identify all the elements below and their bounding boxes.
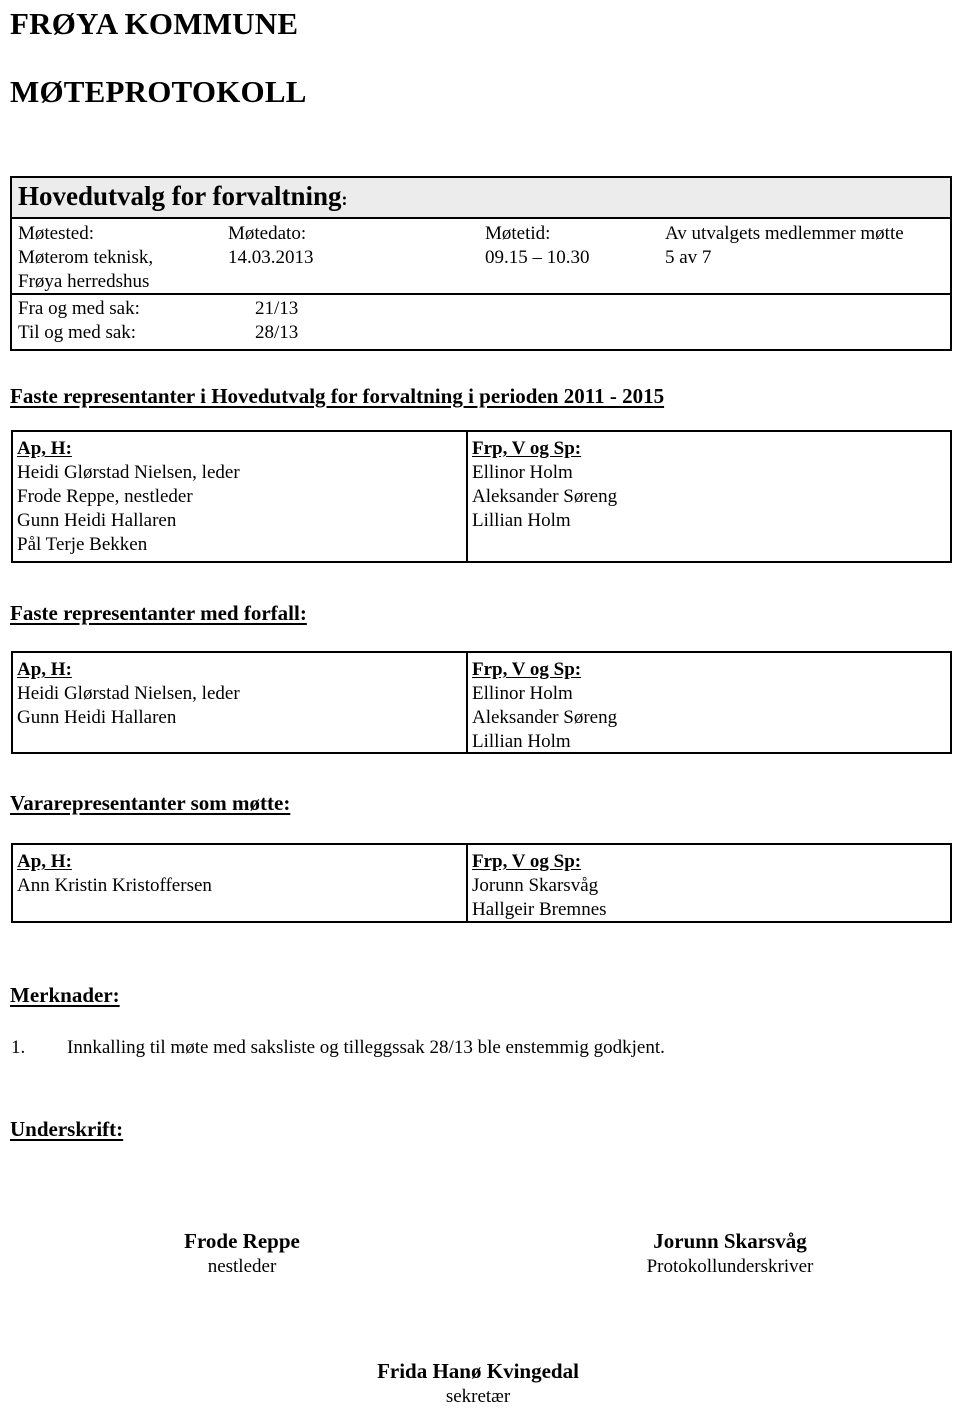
signature-block-nestleder: Frode Reppe nestleder — [92, 1228, 392, 1280]
label-motested: Møtested: — [18, 223, 94, 244]
list-item: Lillian Holm — [472, 510, 571, 531]
signature-role: sekretær — [445, 1386, 511, 1407]
list-item: Lillian Holm — [472, 731, 571, 752]
label-til-og-med-sak: Til og med sak: — [18, 322, 137, 343]
document-page: FRØYA KOMMUNE MØTEPROTOKOLL Hovedutvalg … — [0, 0, 960, 1420]
list-item: Aleksander Søreng — [472, 707, 618, 728]
party-column-frp-v-sp: Frp, V og Sp: Ellinor Holm Aleksander Sø… — [468, 653, 950, 752]
signature-block-sekretar: Frida Hanø Kvingedal sekretær — [328, 1358, 628, 1410]
list-item: Hallgeir Bremnes — [472, 899, 607, 920]
signature-name: Frida Hanø Kvingedal — [377, 1359, 579, 1383]
list-item: Aleksander Søreng — [472, 486, 618, 507]
signature-name: Jorunn Skarsvåg — [653, 1229, 807, 1253]
case-range-row: Fra og med sak: 21/13 Til og med sak: 28… — [12, 295, 950, 349]
signature-block-protokollunderskriver: Jorunn Skarsvåg Protokollunderskriver — [580, 1228, 880, 1280]
list-item: Gunn Heidi Hallaren — [17, 510, 177, 531]
heading-underskrift: Underskrift: — [10, 1117, 124, 1141]
table-representanter-med-forfall: Ap, H: Heidi Glørstad Nielsen, leder Gun… — [11, 651, 952, 754]
table-faste-representanter: Ap, H: Heidi Glørstad Nielsen, leder Fro… — [11, 430, 952, 563]
value-motetid: 09.15 – 10.30 — [485, 247, 590, 268]
value-motested-line2: Frøya herredshus — [18, 271, 150, 292]
kommune-title: FRØYA KOMMUNE — [10, 6, 299, 41]
label-fra-og-med-sak: Fra og med sak: — [18, 298, 140, 319]
label-motedato: Møtedato: — [228, 223, 307, 244]
party-column-frp-v-sp: Frp, V og Sp: Jorunn Skarsvåg Hallgeir B… — [468, 845, 950, 921]
value-fra-og-med-sak: 21/13 — [255, 298, 299, 319]
party-label: Frp, V og Sp: — [472, 438, 582, 459]
value-attendance: 5 av 7 — [665, 247, 712, 268]
value-motedato: 14.03.2013 — [228, 247, 314, 268]
party-column-frp-v-sp: Frp, V og Sp: Ellinor Holm Aleksander Sø… — [468, 432, 950, 561]
list-item: Heidi Glørstad Nielsen, leder — [17, 683, 240, 704]
list-item: Jorunn Skarsvåg — [472, 875, 599, 896]
party-label: Frp, V og Sp: — [472, 659, 582, 680]
party-label: Frp, V og Sp: — [472, 851, 582, 872]
value-motested-line1: Møterom teknisk, — [18, 247, 154, 268]
meeting-info-table: Hovedutvalg for forvaltning: Møtested: M… — [10, 176, 952, 351]
list-item: Ellinor Holm — [472, 683, 573, 704]
committee-header-row: Hovedutvalg for forvaltning: — [12, 178, 950, 219]
signature-role: Protokollunderskriver — [646, 1256, 814, 1277]
committee-name: Hovedutvalg for forvaltning — [18, 181, 342, 211]
protokoll-title: MØTEPROTOKOLL — [10, 74, 307, 109]
list-item: Heidi Glørstad Nielsen, leder — [17, 462, 240, 483]
list-item: Ellinor Holm — [472, 462, 573, 483]
heading-faste-representanter: Faste representanter i Hovedutvalg for f… — [10, 384, 665, 408]
signature-name: Frode Reppe — [184, 1229, 300, 1253]
value-til-og-med-sak: 28/13 — [255, 322, 299, 343]
party-label: Ap, H: — [17, 659, 72, 680]
signature-role: nestleder — [207, 1256, 277, 1277]
list-item: Pål Terje Bekken — [17, 534, 148, 555]
heading-merknader: Merknader: — [10, 983, 120, 1007]
list-item: Frode Reppe, nestleder — [17, 486, 193, 507]
list-item: Ann Kristin Kristoffersen — [17, 875, 212, 896]
meeting-details-row: Møtested: Møtedato: Møtetid: Av utvalget… — [12, 219, 950, 295]
label-attendance: Av utvalgets medlemmer møtte — [665, 223, 904, 244]
party-label: Ap, H: — [17, 438, 72, 459]
heading-vararepresentanter: Vararepresentanter som møtte: — [10, 791, 291, 815]
party-column-ap-h: Ap, H: Ann Kristin Kristoffersen — [13, 845, 468, 921]
party-label: Ap, H: — [17, 851, 72, 872]
label-motetid: Møtetid: — [485, 223, 551, 244]
party-column-ap-h: Ap, H: Heidi Glørstad Nielsen, leder Gun… — [13, 653, 468, 752]
list-item: Gunn Heidi Hallaren — [17, 707, 177, 728]
party-column-ap-h: Ap, H: Heidi Glørstad Nielsen, leder Fro… — [13, 432, 468, 561]
merknad-text: Innkalling til møte med saksliste og til… — [67, 1037, 665, 1058]
merknad-number: 1. — [11, 1037, 26, 1058]
heading-representanter-med-forfall: Faste representanter med forfall: — [10, 601, 307, 625]
table-vararepresentanter: Ap, H: Ann Kristin Kristoffersen Frp, V … — [11, 843, 952, 923]
committee-name-colon: : — [341, 189, 348, 209]
